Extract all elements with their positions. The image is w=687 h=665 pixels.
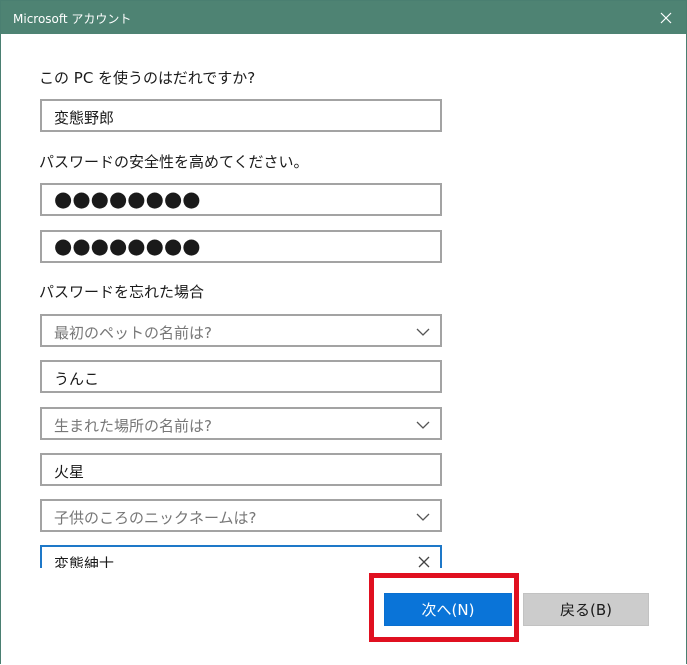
username-value: 変態野郎 — [54, 109, 115, 127]
chevron-down-icon — [416, 421, 430, 429]
window-title: Microsoft アカウント — [13, 12, 132, 26]
security-answer-2-field[interactable]: 火星 — [40, 453, 442, 486]
password-field[interactable]: ●●●●●●●● — [40, 183, 442, 216]
microsoft-account-dialog: Microsoft アカウント この PC を使うのはだれですか? 変態野郎 パ… — [0, 0, 687, 665]
security-question-2-value: 生まれた場所の名前は? — [54, 417, 212, 435]
dialog-footer: 次へ(N) 戻る(B) — [1, 568, 686, 665]
close-icon — [660, 12, 672, 24]
next-button[interactable]: 次へ(N) — [384, 593, 512, 626]
password-confirm-value: ●●●●●●●● — [54, 234, 201, 258]
security-answer-3-value: 変態紳士 — [54, 555, 115, 568]
form-area: この PC を使うのはだれですか? 変態野郎 パスワードの安全性を高めてください… — [1, 34, 686, 568]
password-confirm-field[interactable]: ●●●●●●●● — [40, 230, 442, 263]
security-answer-1-field[interactable]: うんこ — [40, 360, 442, 393]
back-button[interactable]: 戻る(B) — [523, 593, 649, 626]
title-bar: Microsoft アカウント — [1, 1, 686, 34]
password-value: ●●●●●●●● — [54, 187, 201, 211]
security-question-2-select[interactable]: 生まれた場所の名前は? — [40, 407, 442, 440]
security-answer-1-value: うんこ — [54, 370, 100, 388]
security-question-3-value: 子供のころのニックネームは? — [54, 509, 257, 527]
security-question-3-select[interactable]: 子供のころのニックネームは? — [40, 499, 442, 532]
security-answer-3-field[interactable]: 変態紳士 — [40, 545, 442, 568]
security-question-1-select[interactable]: 最初のペットの名前は? — [40, 314, 442, 347]
security-answer-2-value: 火星 — [54, 463, 85, 481]
clear-text-icon[interactable] — [416, 554, 432, 568]
username-field[interactable]: 変態野郎 — [40, 99, 442, 132]
close-button[interactable] — [654, 6, 678, 30]
heading-password: パスワードの安全性を高めてください。 — [39, 153, 309, 171]
chevron-down-icon — [416, 328, 430, 336]
heading-who: この PC を使うのはだれですか? — [39, 69, 256, 87]
heading-recovery: パスワードを忘れた場合 — [39, 283, 205, 301]
security-question-1-value: 最初のペットの名前は? — [54, 324, 212, 342]
chevron-down-icon — [416, 513, 430, 521]
